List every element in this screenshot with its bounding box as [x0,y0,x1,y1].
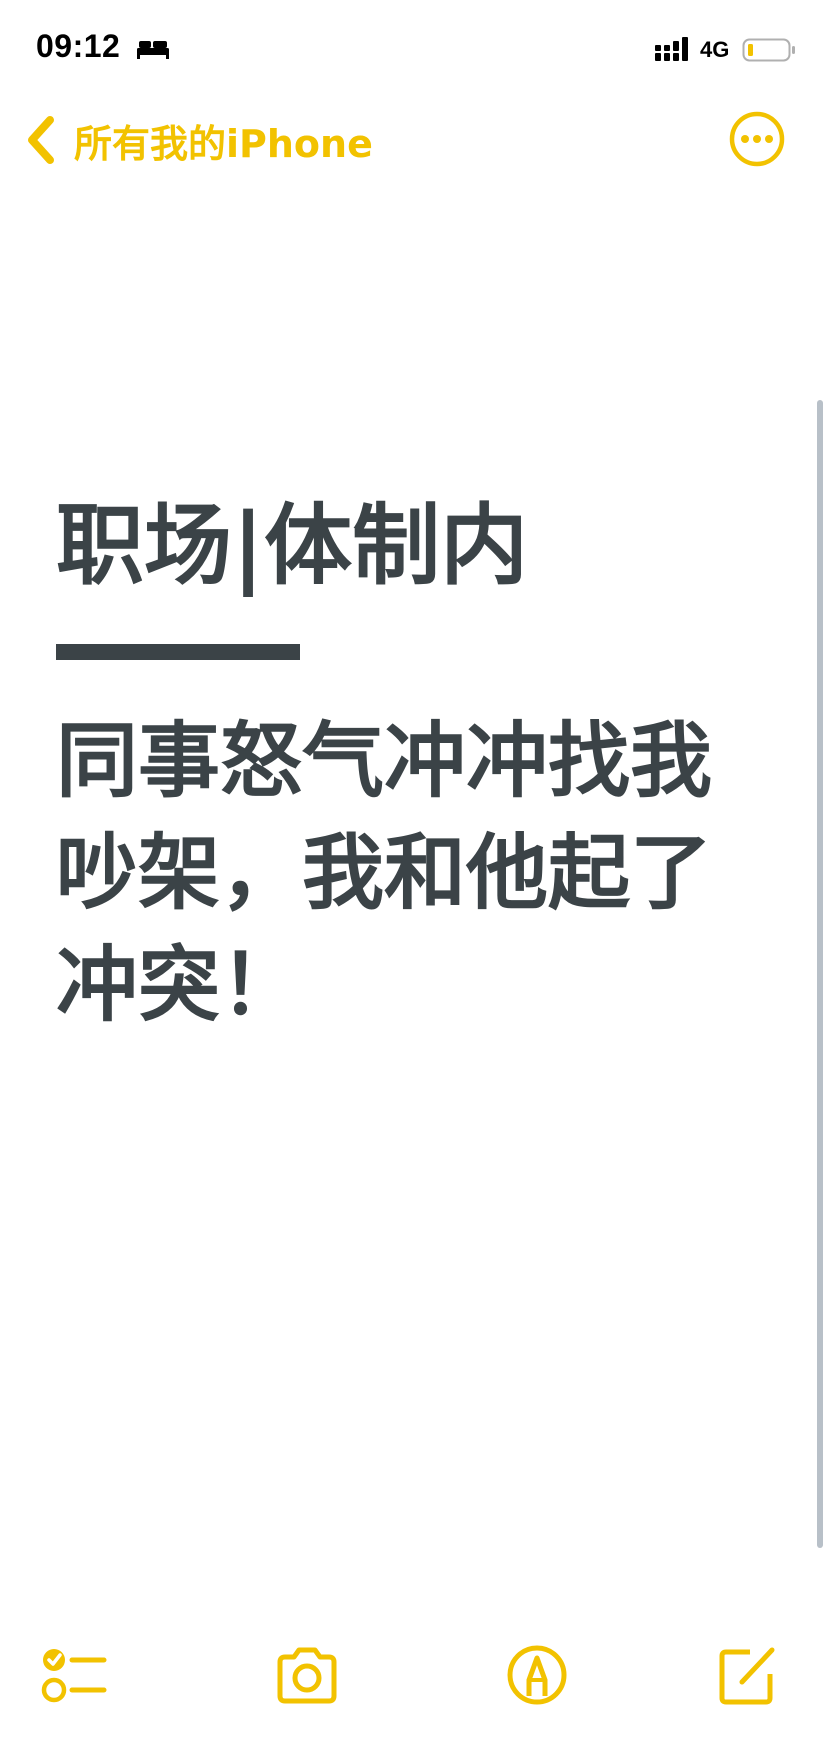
bed-icon [137,41,169,59]
note-title[interactable]: 职场|体制内 [56,490,776,602]
checklist-button[interactable] [40,1640,110,1710]
back-button[interactable]: 所有我的iPhone [24,110,373,170]
network-label: 4G [700,37,730,62]
status-time: 09:12 [36,28,121,64]
ellipsis-circle-icon[interactable] [728,110,786,168]
note-divider [56,644,300,660]
bottom-toolbar [0,1640,828,1720]
note-body[interactable]: 同事怒气冲冲找我吵架，我和他起了冲突！ [56,706,756,1042]
scroll-indicator[interactable] [817,400,823,1548]
status-bar: 09:12 4G [0,0,828,100]
compose-icon [719,1647,775,1705]
markup-icon [507,1645,567,1705]
camera-button[interactable] [272,1640,342,1710]
markup-button[interactable] [502,1640,572,1710]
signal-icon [655,37,688,61]
nav-bar: 所有我的iPhone [0,100,828,180]
checklist-icon [41,1649,107,1703]
battery-icon [742,38,795,62]
compose-button[interactable] [712,1640,782,1710]
back-label: 所有我的iPhone [74,121,373,166]
note-content[interactable]: 职场|体制内 同事怒气冲冲找我吵架，我和他起了冲突！ [56,490,776,1042]
camera-icon [277,1647,337,1704]
chevron-left-icon [28,116,54,164]
